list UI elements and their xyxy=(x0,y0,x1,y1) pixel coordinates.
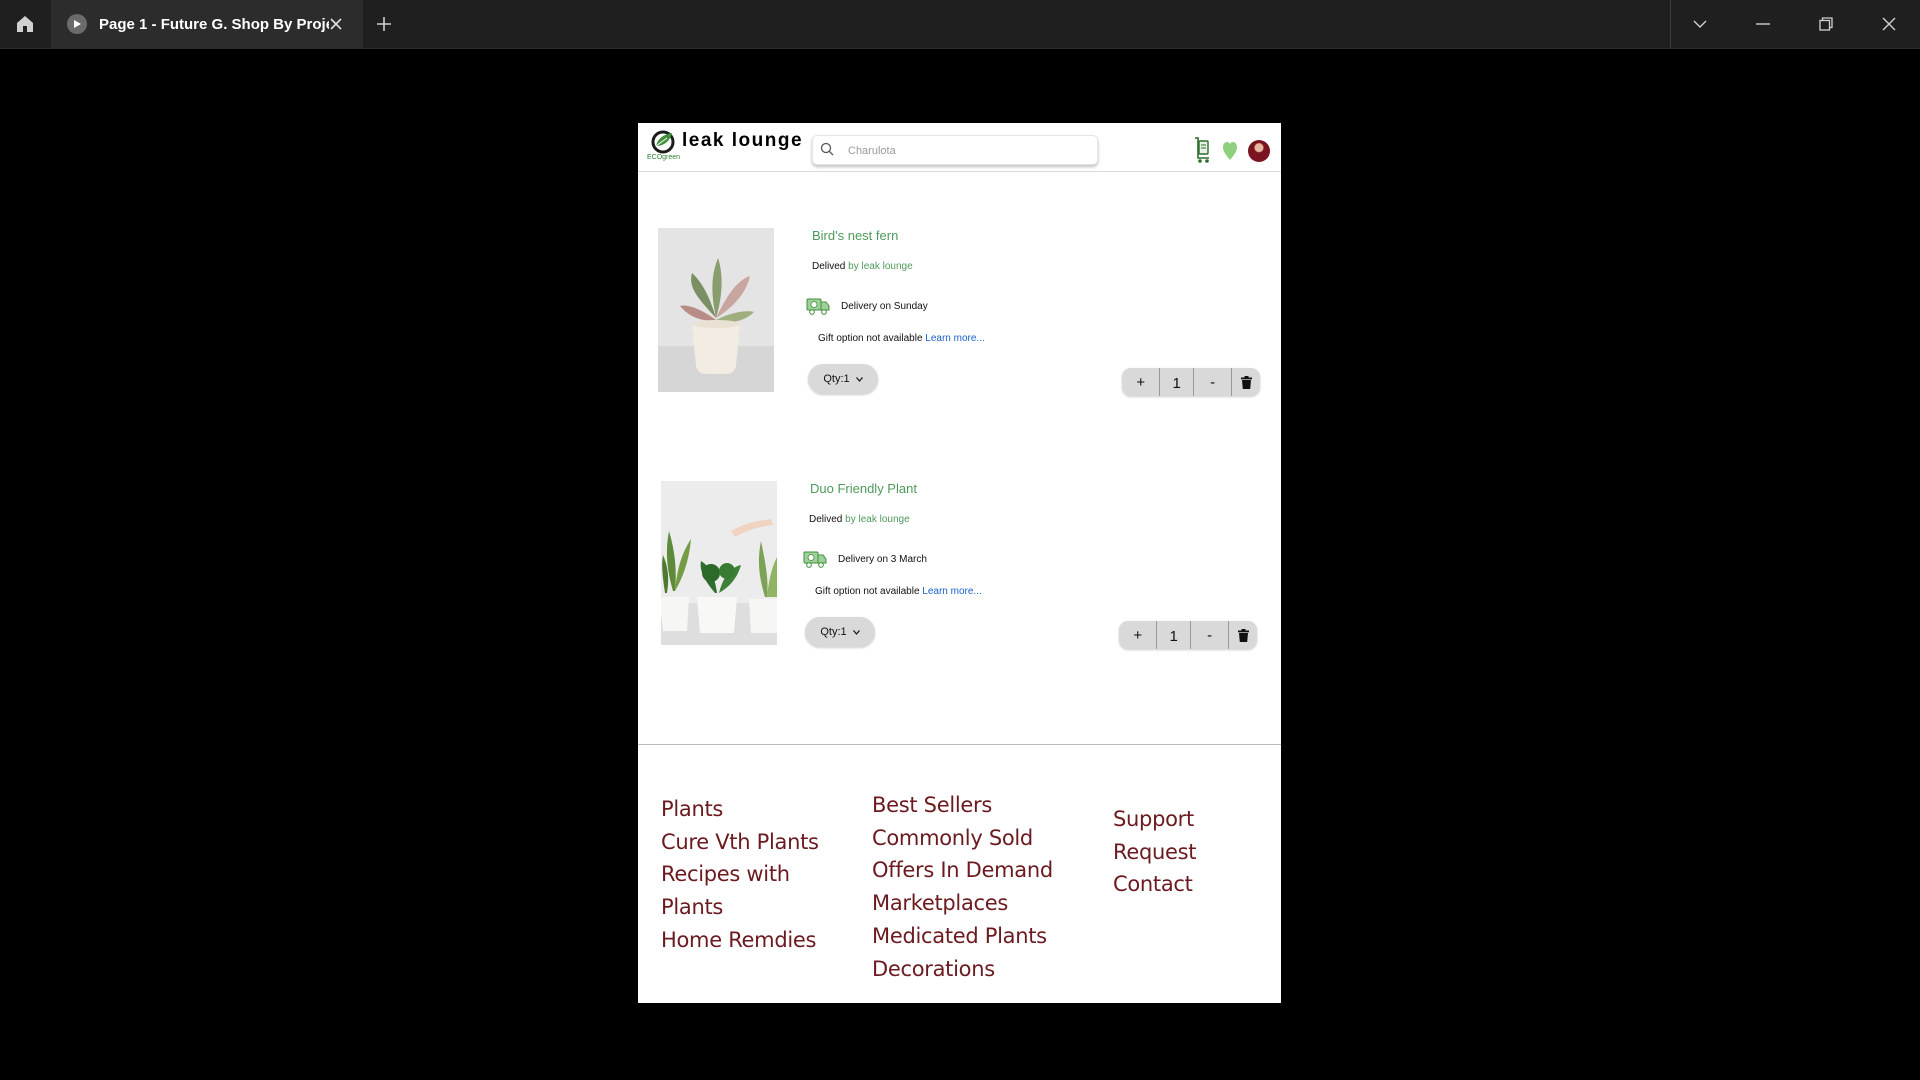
tab-active[interactable]: Page 1 - Future G. Shop By Project xyxy=(51,0,363,48)
seller-line: Delived by leak lounge xyxy=(809,514,910,525)
title-bar: Page 1 - Future G. Shop By Project xyxy=(0,0,1920,49)
footer-link[interactable]: Offers In Demand xyxy=(872,854,1053,887)
footer-link[interactable]: Support xyxy=(1113,803,1196,836)
increment-button[interactable]: + xyxy=(1122,368,1161,396)
gift-label: Gift option not available xyxy=(815,586,923,597)
learn-more-link[interactable]: Learn more... xyxy=(925,333,984,344)
minimize-button[interactable] xyxy=(1731,0,1794,48)
footer-link[interactable]: Plants xyxy=(661,793,819,826)
trash-icon xyxy=(1237,628,1249,642)
search-icon xyxy=(820,142,834,156)
play-icon xyxy=(67,14,87,34)
close-window-button[interactable] xyxy=(1857,0,1920,48)
avatar[interactable] xyxy=(1248,140,1270,162)
chevron-down-icon xyxy=(1693,20,1706,28)
tab-title: Page 1 - Future G. Shop By Project xyxy=(99,15,329,33)
seller-line: Delived by leak lounge xyxy=(812,261,913,272)
gift-info: Gift option not available Learn more... xyxy=(815,586,982,597)
footer-link[interactable]: Home Remdies xyxy=(661,924,819,957)
tabs-dropdown-button[interactable] xyxy=(1668,0,1731,48)
site-header: ECOgreen leak lounge xyxy=(638,123,1281,172)
footer-link[interactable]: Best Sellers xyxy=(872,789,1053,822)
search-input[interactable] xyxy=(846,141,1090,161)
footer-link[interactable]: Cure Vth Plants xyxy=(661,826,819,859)
cart-item: Duo Friendly Plant Delived by leak loung… xyxy=(638,481,1281,661)
window-controls xyxy=(1668,0,1920,48)
quantity-stepper: + 1 - xyxy=(1122,368,1260,396)
minimize-icon xyxy=(1755,23,1770,25)
brand-name[interactable]: leak lounge xyxy=(682,130,803,152)
site-footer: Plants Cure Vth Plants Recipes with Plan… xyxy=(638,744,1281,1003)
learn-more-link[interactable]: Learn more... xyxy=(922,586,981,597)
tab-close-button[interactable] xyxy=(327,15,345,33)
footer-link[interactable]: Contact xyxy=(1113,868,1196,901)
leaf-logo-icon[interactable] xyxy=(650,129,676,155)
chevron-down-icon xyxy=(852,629,860,635)
delivered-label: Delived xyxy=(809,514,846,525)
increment-button[interactable]: + xyxy=(1119,621,1158,649)
product-image[interactable] xyxy=(658,228,774,392)
prototype-frame: ECOgreen leak lounge Charulota Bird's ne… xyxy=(638,123,1281,1003)
gift-label: Gift option not available xyxy=(818,333,926,344)
product-name[interactable]: Duo Friendly Plant xyxy=(810,481,917,496)
delivery-truck-icon xyxy=(806,298,830,315)
home-icon xyxy=(17,16,33,32)
qty-dropdown[interactable]: Qty:1 xyxy=(808,364,878,394)
plus-icon xyxy=(377,17,391,31)
seller-link[interactable]: by leak lounge xyxy=(845,514,910,525)
quantity-value: 1 xyxy=(1160,368,1194,396)
gift-info: Gift option not available Learn more... xyxy=(818,333,985,344)
product-image[interactable] xyxy=(661,481,777,645)
delete-button[interactable] xyxy=(1232,368,1260,396)
home-button[interactable] xyxy=(0,0,50,48)
qty-label: Qty:1 xyxy=(820,626,847,638)
close-icon xyxy=(1882,17,1895,31)
delivery-date: Delivery on 3 March xyxy=(838,554,927,565)
restore-button[interactable] xyxy=(1794,0,1857,48)
close-icon xyxy=(330,18,342,30)
qty-label: Qty:1 xyxy=(823,373,850,385)
footer-column-plants: Plants Cure Vth Plants Recipes with Plan… xyxy=(661,793,819,957)
footer-column-shop: Best Sellers Commonly Sold Offers In Dem… xyxy=(872,789,1053,985)
cart-icon[interactable] xyxy=(1192,136,1212,164)
seller-link[interactable]: by leak lounge xyxy=(848,261,913,272)
decrement-button[interactable]: - xyxy=(1194,368,1233,396)
footer-link[interactable]: Medicated Plants xyxy=(872,920,1053,953)
product-name[interactable]: Bird's nest fern xyxy=(812,228,898,243)
decrement-button[interactable]: - xyxy=(1191,621,1230,649)
heart-icon[interactable] xyxy=(1222,141,1238,161)
delivery-date: Delivery on Sunday xyxy=(841,301,928,312)
search-bar[interactable] xyxy=(812,135,1098,165)
restore-icon xyxy=(1818,17,1833,31)
delivered-label: Delived xyxy=(812,261,849,272)
quantity-stepper: + 1 - xyxy=(1119,621,1257,649)
qty-dropdown[interactable]: Qty:1 xyxy=(805,617,875,647)
footer-link[interactable]: Marketplaces xyxy=(872,887,1053,920)
logo-subtext: ECOgreen xyxy=(647,154,681,161)
footer-column-help: Support Request Contact xyxy=(1113,803,1197,901)
footer-link[interactable]: Recipes with xyxy=(661,858,819,891)
delete-button[interactable] xyxy=(1229,621,1257,649)
trash-icon xyxy=(1240,375,1252,389)
quantity-value: 1 xyxy=(1157,621,1191,649)
delivery-truck-icon xyxy=(803,551,827,568)
footer-link[interactable]: Commonly Sold xyxy=(872,822,1053,855)
footer-link[interactable]: Request xyxy=(1113,836,1197,869)
footer-link[interactable]: Plants xyxy=(661,891,819,924)
footer-link[interactable]: Decorations xyxy=(872,953,1053,986)
new-tab-button[interactable] xyxy=(372,12,396,36)
chevron-down-icon xyxy=(855,376,863,382)
cart-item: Bird's nest fern Delived by leak lounge … xyxy=(638,228,1281,408)
